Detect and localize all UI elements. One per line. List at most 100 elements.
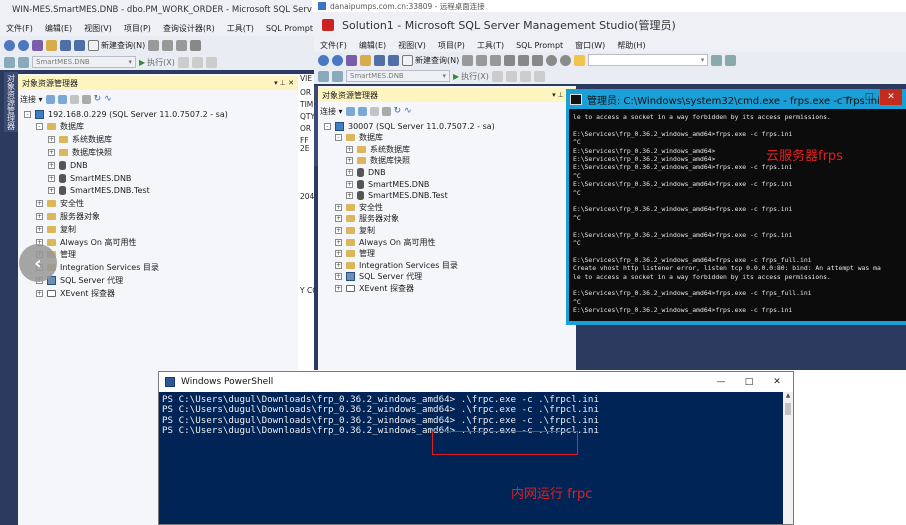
debug-icon[interactable]: [519, 70, 531, 82]
properties-icon[interactable]: [711, 54, 723, 66]
change-connection-icon[interactable]: [18, 56, 29, 68]
menu-item[interactable]: 工具(T): [221, 23, 260, 34]
forward-icon[interactable]: [332, 54, 343, 66]
minimize-button[interactable]: —: [836, 89, 858, 105]
tree-node[interactable]: + Always On 高可用性: [335, 236, 436, 248]
object-explorer-side-tab[interactable]: 对象资源管理器: [4, 72, 18, 132]
db-engine-query-icon[interactable]: [148, 39, 160, 51]
tree-node[interactable]: + 系统数据库: [48, 134, 112, 146]
tree-node[interactable]: + 安全性: [36, 198, 84, 210]
expand-icon[interactable]: +: [335, 226, 342, 234]
tree-node[interactable]: + 数据库快照: [346, 155, 410, 167]
expand-icon[interactable]: +: [346, 157, 353, 165]
menu-item[interactable]: 项目(P): [432, 40, 471, 51]
stop-icon[interactable]: [491, 70, 503, 82]
expand-icon[interactable]: +: [335, 203, 342, 211]
tree-node[interactable]: + XEvent 探查器: [36, 287, 115, 299]
tree-node[interactable]: + Always On 高可用性: [36, 236, 137, 248]
menu-item[interactable]: 文件(F): [0, 23, 39, 34]
tree-node[interactable]: - 30007 (SQL Server 11.0.7507.2 - sa): [324, 120, 495, 132]
tree-node[interactable]: + 服务器对象: [36, 210, 100, 222]
expand-icon[interactable]: +: [335, 215, 342, 223]
minimize-button[interactable]: —: [707, 372, 735, 392]
tree-node[interactable]: + SmartMES.DNB: [346, 178, 429, 190]
menu-item[interactable]: 视图(V): [78, 23, 118, 34]
filter-icon[interactable]: [381, 106, 391, 116]
refresh-icon[interactable]: ↻: [394, 106, 402, 116]
expand-icon[interactable]: +: [36, 289, 43, 297]
expand-icon[interactable]: +: [48, 148, 55, 156]
menu-item[interactable]: 编辑(E): [353, 40, 392, 51]
menu-item[interactable]: 视图(V): [392, 40, 432, 51]
close-button[interactable]: ✕: [880, 89, 902, 105]
tree-node[interactable]: + SQL Server 代理: [335, 271, 422, 283]
expand-icon[interactable]: +: [335, 261, 342, 269]
tree-node[interactable]: + 复制: [335, 224, 375, 236]
tree-node[interactable]: + 复制: [36, 223, 76, 235]
expand-icon[interactable]: +: [346, 192, 353, 200]
expand-icon[interactable]: +: [36, 200, 43, 208]
disconnect-icon[interactable]: [57, 94, 67, 104]
copy-icon[interactable]: [518, 54, 530, 66]
tree-node[interactable]: + DNB: [346, 166, 386, 178]
tree-node[interactable]: + XEvent 探查器: [335, 282, 414, 294]
expand-icon[interactable]: +: [36, 225, 43, 233]
execute-button[interactable]: ▶ 执行(X): [139, 57, 175, 68]
menu-item[interactable]: 工具(T): [471, 40, 510, 51]
close-button[interactable]: ✕: [763, 372, 791, 392]
save-icon[interactable]: [374, 54, 385, 66]
new-project-icon[interactable]: [32, 39, 43, 51]
open-file-icon[interactable]: [360, 54, 371, 66]
tree-node[interactable]: + 系统数据库: [346, 143, 410, 155]
stop-refresh-icon[interactable]: [369, 106, 379, 116]
filter-icon[interactable]: [81, 94, 91, 104]
connect-icon[interactable]: [4, 56, 15, 68]
new-query-button[interactable]: 新建查询(N): [88, 39, 145, 51]
disconnect-icon[interactable]: [357, 106, 367, 116]
tree-node[interactable]: + DNB: [48, 159, 88, 171]
database-combo[interactable]: SmartMES.DNB ▾: [346, 70, 450, 82]
menu-item[interactable]: SQL Prompt: [510, 41, 569, 50]
xmla-query-icon[interactable]: [490, 54, 502, 66]
undo-icon[interactable]: [546, 54, 558, 66]
expand-icon[interactable]: +: [36, 212, 43, 220]
expand-icon[interactable]: +: [335, 250, 342, 258]
search-combo[interactable]: ▾: [588, 54, 709, 66]
activity-monitor-icon[interactable]: ∿: [404, 106, 412, 116]
change-connection-icon[interactable]: [332, 70, 343, 82]
connect-explorer-icon[interactable]: [345, 106, 355, 116]
debug-icon[interactable]: [205, 56, 217, 68]
cmd-console[interactable]: le to access a socket in a way forbidden…: [569, 109, 906, 321]
back-icon[interactable]: [318, 54, 329, 66]
menu-item[interactable]: 帮助(H): [611, 40, 651, 51]
pin-icon[interactable]: ▾ ⊥ ✕: [274, 79, 294, 87]
scrollbar[interactable]: ▲: [783, 392, 793, 524]
find-icon[interactable]: [574, 54, 586, 66]
open-file-icon[interactable]: [46, 39, 57, 51]
toolbox-icon[interactable]: [725, 54, 737, 66]
new-query-button[interactable]: 新建查询(N): [402, 54, 459, 66]
expand-icon[interactable]: +: [335, 284, 342, 292]
tree-node[interactable]: - 数据库: [335, 132, 383, 144]
tree-node[interactable]: + SmartMES.DNB: [48, 172, 131, 184]
cut-icon[interactable]: [504, 54, 516, 66]
maximize-button[interactable]: □: [735, 372, 763, 392]
activity-monitor-icon[interactable]: ∿: [104, 94, 112, 104]
connect-dropdown[interactable]: 连接 ▾: [320, 106, 343, 117]
tree-node[interactable]: + 安全性: [335, 201, 383, 213]
db-engine-query-icon[interactable]: [462, 54, 474, 66]
expand-icon[interactable]: +: [335, 273, 342, 281]
save-icon[interactable]: [60, 39, 71, 51]
expand-icon[interactable]: +: [346, 145, 353, 153]
cut-icon[interactable]: [190, 39, 202, 51]
parse-icon[interactable]: [505, 70, 517, 82]
menu-item[interactable]: SQL Prompt: [260, 24, 319, 33]
tree-node[interactable]: + 数据库快照: [48, 146, 112, 158]
tree-node[interactable]: + SmartMES.DNB.Test: [346, 190, 448, 202]
results-icon[interactable]: [533, 70, 545, 82]
parse-icon[interactable]: [191, 56, 203, 68]
collapse-icon[interactable]: -: [324, 122, 331, 130]
tree-node[interactable]: + 管理: [335, 248, 375, 260]
tree-node[interactable]: - 192.168.0.229 (SQL Server 11.0.7507.2 -…: [24, 108, 228, 120]
refresh-icon[interactable]: ↻: [94, 94, 102, 104]
